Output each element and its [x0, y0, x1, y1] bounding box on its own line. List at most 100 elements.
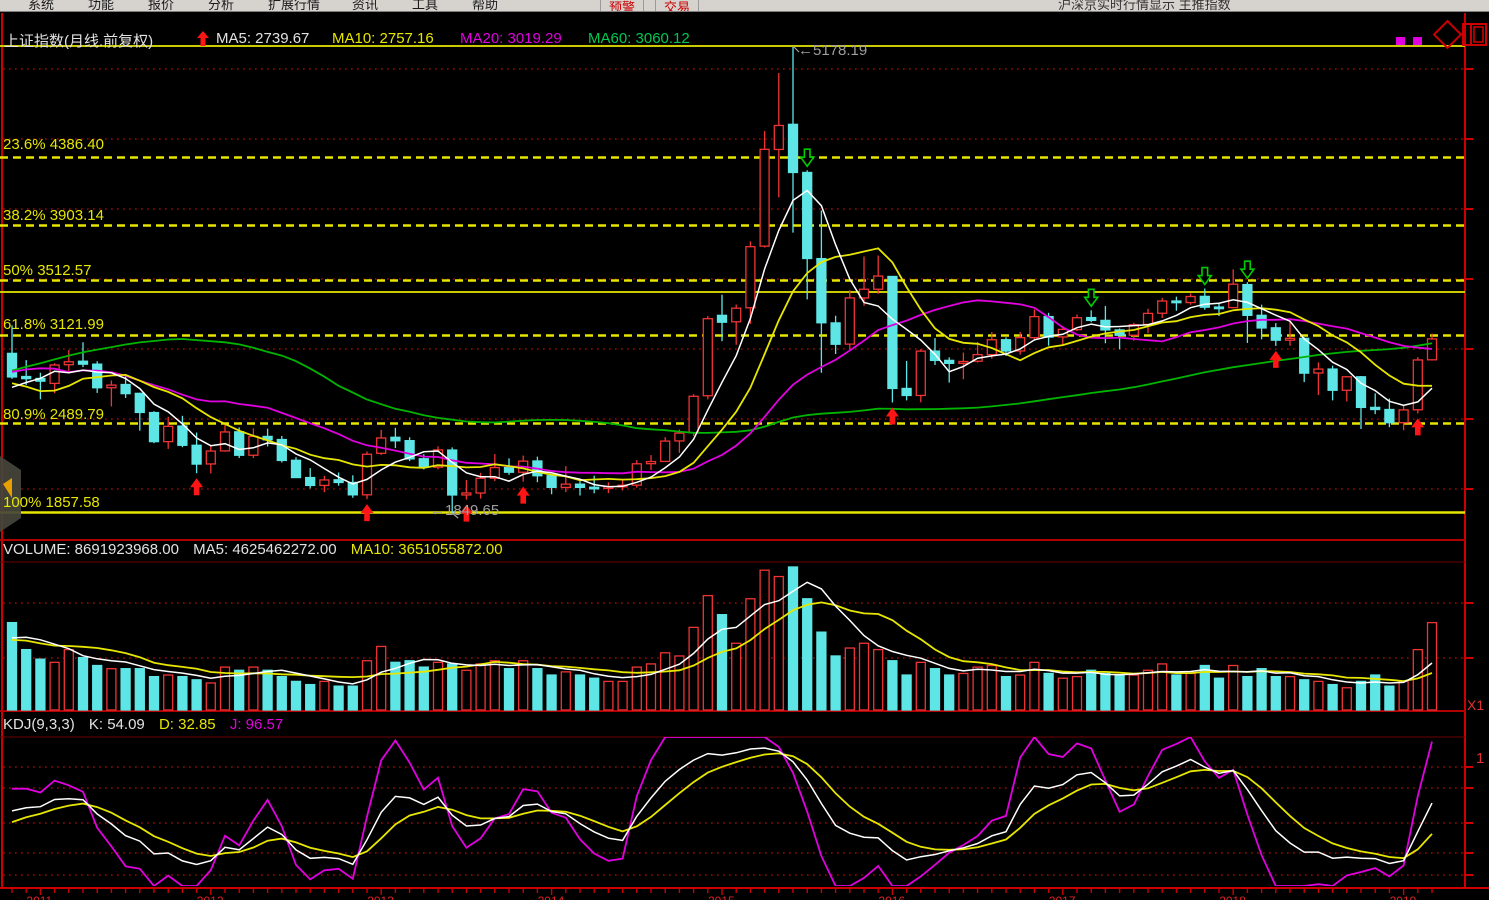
candle-body	[505, 468, 514, 473]
volume-bar	[334, 686, 343, 710]
candle-body	[732, 308, 741, 322]
menu-item-function[interactable]: 功能	[88, 0, 114, 12]
volume-bar	[164, 675, 173, 710]
year-label: 2015	[708, 894, 735, 900]
volume-bar	[1257, 669, 1266, 710]
volume-bar	[1044, 673, 1053, 710]
volume-bar	[1286, 677, 1295, 710]
candle-body	[1314, 369, 1323, 373]
candle-body	[448, 450, 457, 495]
candle-body	[845, 298, 854, 344]
candle-body	[760, 149, 769, 246]
candle-body	[306, 478, 315, 486]
candle-body	[831, 323, 840, 344]
candle-body	[1087, 318, 1096, 321]
candle-body	[647, 462, 656, 464]
kdj-params: KDJ(9,3,3)	[3, 716, 75, 733]
volume-bar	[703, 596, 712, 710]
year-label: 2014	[538, 894, 565, 900]
volume-bar	[1101, 673, 1110, 710]
candle-body	[334, 480, 343, 483]
candle-body	[150, 413, 159, 442]
menu-item-help[interactable]: 帮助	[472, 0, 498, 12]
line-handle[interactable]	[1413, 37, 1422, 45]
volume-bar	[1328, 685, 1337, 710]
volume-bar	[64, 650, 73, 710]
volume-bar	[1215, 678, 1224, 710]
volume-bar	[50, 662, 59, 710]
candle-body	[22, 377, 31, 379]
volume-bar	[135, 669, 144, 710]
candle-body	[135, 393, 144, 412]
volume-bar	[22, 650, 31, 710]
volume-bar	[36, 659, 45, 710]
candle-body	[803, 172, 812, 258]
candle-body	[590, 487, 599, 489]
candle-body	[292, 460, 301, 477]
candle-body	[547, 476, 556, 488]
candle-body	[64, 362, 73, 365]
candle-body	[746, 247, 755, 308]
volume-bar	[590, 678, 599, 710]
volume-bar	[1385, 686, 1394, 710]
menu-item-news[interactable]: 资讯	[352, 0, 378, 12]
volume-bar	[192, 680, 201, 710]
candle-body	[1186, 297, 1195, 303]
volume-bar	[1144, 670, 1153, 710]
volume-ma5: MA5: 4625462272.00	[193, 541, 336, 558]
volume-bar	[292, 681, 301, 710]
ma20-value: MA20: 3019.29	[460, 30, 562, 47]
volume-bar	[121, 669, 130, 710]
volume-bar	[959, 673, 968, 710]
volume-bar	[803, 599, 812, 710]
candle-body	[206, 451, 215, 464]
trade-button[interactable]: 交易	[655, 0, 699, 12]
volume-bar	[490, 661, 499, 710]
volume-bar	[987, 666, 996, 710]
candle-body	[178, 426, 187, 445]
year-label: 2017	[1049, 894, 1076, 900]
volume-bar	[1002, 677, 1011, 710]
kdj-j-line	[12, 737, 1432, 886]
menu-item-quotes[interactable]: 报价	[148, 0, 174, 12]
menu-item-tools[interactable]: 工具	[412, 0, 438, 12]
diamond-tool-icon[interactable]	[1434, 21, 1461, 48]
fib-label-100: 100% 1857.58	[3, 494, 100, 511]
candle-body	[789, 124, 798, 172]
volume-bar	[263, 670, 272, 710]
volume-bar	[93, 666, 102, 710]
kdj-layer	[12, 737, 1432, 886]
candle-body	[320, 480, 329, 485]
menu-item-system[interactable]: 系统	[28, 0, 54, 12]
candle-body	[164, 426, 173, 441]
year-label: 2013	[367, 894, 394, 900]
menu-item-extmarket[interactable]: 扩展行情	[268, 0, 320, 12]
volume-bar	[774, 577, 783, 710]
kdj-header: KDJ(9,3,3) K: 54.09 D: 32.85 J: 96.57	[3, 716, 293, 733]
volume-bar	[178, 677, 187, 710]
volume-bar	[1129, 675, 1138, 710]
menu-item-analysis[interactable]: 分析	[208, 0, 234, 12]
candle-body	[888, 276, 897, 388]
volume-bar	[547, 675, 556, 710]
candle-body	[874, 276, 883, 289]
volume-bar	[1115, 675, 1124, 710]
peak-price-annotation: ←5178.19	[798, 42, 867, 59]
volume-bar	[1399, 681, 1408, 710]
buy-signal-arrow	[361, 504, 374, 521]
volume-bar	[1073, 677, 1082, 710]
candle-body	[277, 440, 286, 461]
volume-bar	[505, 669, 514, 710]
line-handle[interactable]	[1396, 37, 1405, 45]
kdj-d-value: D: 32.85	[159, 716, 216, 733]
volume-bar	[661, 653, 670, 710]
chart-title: 上证指数(月线.前复权)	[4, 30, 153, 51]
alert-button[interactable]: 预警	[600, 0, 644, 12]
ma5-value: MA5: 2739.67	[216, 30, 309, 47]
volume-bar	[320, 681, 329, 710]
volume-bar	[79, 658, 88, 710]
candle-body	[1229, 284, 1238, 307]
volume-bar	[206, 683, 215, 710]
volume-bar	[1314, 681, 1323, 710]
candle-body	[902, 388, 911, 395]
